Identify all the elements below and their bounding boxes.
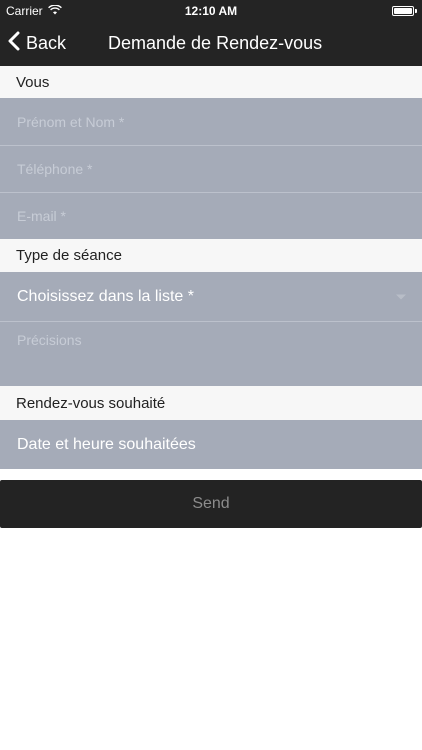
phone-field[interactable]: Téléphone * — [0, 146, 422, 192]
page-title: Demande de Rendez-vous — [108, 33, 323, 53]
back-label: Back — [26, 33, 67, 53]
section-header-vous: Vous — [0, 66, 422, 98]
top-bar: Carrier 12:10 AM Back Demande de Rendez-… — [0, 0, 422, 66]
section-header-rdv: Rendez-vous souhaité — [0, 386, 422, 420]
datetime-field[interactable]: Date et heure souhaitées — [0, 420, 422, 469]
phone-placeholder: Téléphone * — [17, 161, 93, 177]
back-button[interactable]: Back — [8, 31, 66, 56]
section-title-vous: Vous — [16, 73, 50, 91]
precisions-textarea[interactable]: Précisions — [0, 322, 422, 386]
name-field[interactable]: Prénom et Nom * — [0, 98, 422, 145]
section-header-type-seance: Type de séance — [0, 239, 422, 272]
email-placeholder: E-mail * — [17, 208, 67, 224]
datetime-value: Date et heure souhaitées — [17, 435, 196, 453]
send-button[interactable]: Send — [0, 480, 422, 528]
seance-type-select[interactable]: Choisissez dans la liste * — [0, 272, 422, 321]
navigation-bar: Back Demande de Rendez-vous — [0, 22, 422, 66]
chevron-left-icon — [8, 31, 20, 56]
precisions-placeholder: Précisions — [17, 332, 82, 348]
send-label: Send — [192, 495, 230, 512]
seance-type-value: Choisissez dans la liste * — [17, 287, 194, 305]
chevron-down-icon — [396, 294, 406, 299]
status-bar: Carrier 12:10 AM — [0, 0, 422, 22]
name-placeholder: Prénom et Nom * — [17, 113, 125, 130]
section-title-rdv: Rendez-vous souhaité — [16, 394, 166, 412]
battery-icon — [392, 6, 417, 16]
section-title-type-seance: Type de séance — [16, 247, 122, 264]
status-time: 12:10 AM — [184, 4, 238, 18]
email-field[interactable]: E-mail * — [0, 193, 422, 239]
